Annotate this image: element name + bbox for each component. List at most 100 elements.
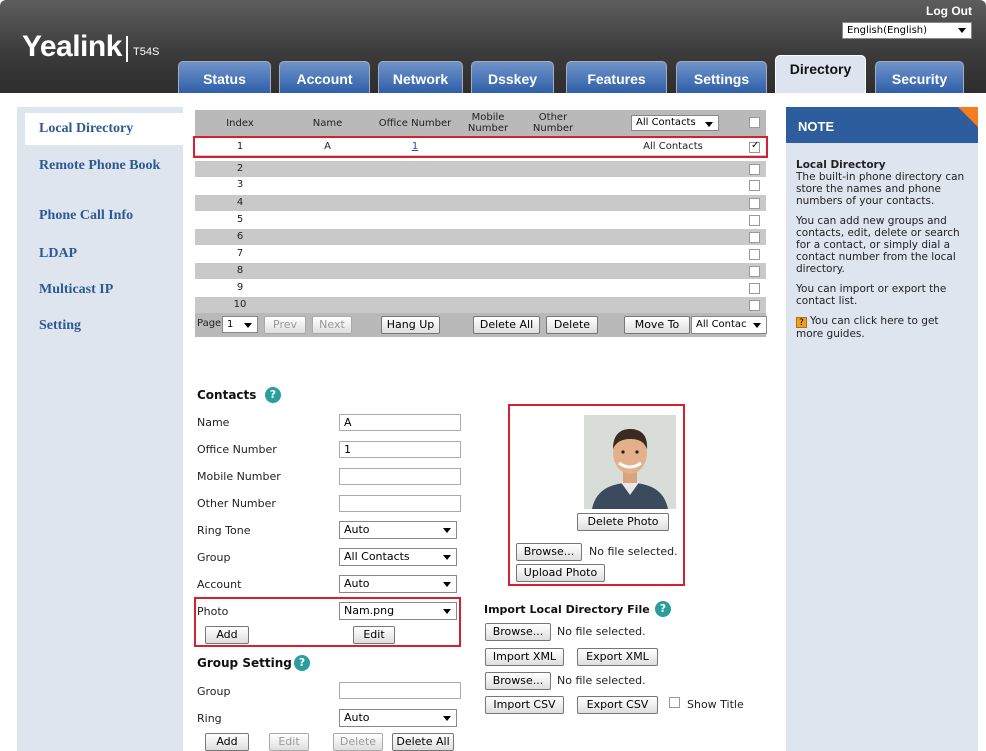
delete-all-button[interactable]: Delete All — [473, 316, 540, 334]
note-panel: Local Directory The built-in phone direc… — [786, 143, 978, 751]
guide-icon: ? — [796, 317, 807, 328]
chevron-down-icon — [443, 716, 451, 721]
sidebar-item-setting[interactable]: Setting — [25, 318, 175, 333]
sidebar-item-remote-phone-book[interactable]: Remote Phone Book — [25, 158, 175, 173]
page-label: Page — [197, 318, 222, 329]
chevron-down-icon — [443, 555, 451, 560]
group-select[interactable]: All Contacts — [339, 548, 457, 566]
tab-directory[interactable]: Directory — [775, 55, 866, 93]
account-value: Auto — [344, 577, 370, 590]
contacts-table-header: Index Name Office Number Mobile Number O… — [195, 110, 766, 136]
ring-tone-select[interactable]: Auto — [339, 521, 457, 539]
row-index: 9 — [236, 282, 244, 293]
col-office-number: Office Number — [378, 117, 452, 129]
help-icon[interactable]: ? — [294, 655, 310, 671]
name-field[interactable]: A — [339, 414, 461, 431]
table-row[interactable]: 8 — [195, 263, 766, 279]
move-target-select[interactable]: All Contac — [691, 316, 767, 334]
note-title: NOTE — [786, 107, 978, 143]
tab-network[interactable]: Network — [378, 61, 463, 93]
delete-button[interactable]: Delete — [546, 316, 598, 334]
logout-link[interactable]: Log Out — [926, 4, 972, 18]
tab-dsskey[interactable]: Dsskey — [471, 61, 554, 93]
table-row[interactable]: 9 — [195, 280, 766, 296]
tab-status[interactable]: Status — [178, 61, 271, 93]
table-row[interactable]: 6 — [195, 229, 766, 245]
xml-file-status: No file selected. — [557, 625, 646, 638]
language-select[interactable]: English(English) — [842, 22, 972, 39]
delete-all-groups-button[interactable]: Delete All — [392, 733, 454, 751]
office-number-field[interactable]: 1 — [339, 441, 461, 458]
move-to-button[interactable]: Move To — [624, 316, 690, 334]
other-number-field[interactable] — [339, 495, 461, 512]
row-checkbox[interactable] — [749, 266, 760, 277]
yealink-logo: Yealink — [22, 30, 122, 63]
group-name-field[interactable] — [339, 682, 461, 699]
table-row[interactable]: 7 — [195, 246, 766, 262]
import-csv-button[interactable]: Import CSV — [485, 696, 564, 714]
row-checkbox[interactable] — [749, 164, 760, 175]
contact-photo — [584, 415, 676, 509]
row-checkbox[interactable] — [749, 180, 760, 191]
next-button[interactable]: Next — [312, 316, 352, 334]
row-checkbox[interactable] — [749, 300, 760, 311]
row-index: 4 — [236, 197, 244, 208]
export-csv-button[interactable]: Export CSV — [577, 696, 658, 714]
chevron-down-icon — [443, 582, 451, 587]
sidebar-item-multicast-ip[interactable]: Multicast IP — [25, 282, 175, 297]
csv-file-status: No file selected. — [557, 674, 646, 687]
row-checkbox[interactable] — [749, 283, 760, 294]
mobile-number-label: Mobile Number — [197, 470, 281, 483]
row-checkbox[interactable] — [749, 232, 760, 243]
import-xml-button[interactable]: Import XML — [485, 648, 564, 666]
browse-photo-button[interactable]: Browse... — [516, 543, 582, 561]
show-title-checkbox[interactable] — [669, 697, 680, 708]
table-row[interactable]: 4 — [195, 195, 766, 211]
prev-button[interactable]: Prev — [264, 316, 306, 334]
mobile-number-field[interactable] — [339, 468, 461, 485]
select-all-checkbox[interactable] — [749, 117, 760, 128]
note-guide-link[interactable]: ? You can click here to get more guides. — [796, 315, 968, 340]
name-label: Name — [197, 416, 230, 429]
col-index: Index — [226, 117, 254, 129]
show-title-label: Show Title — [687, 698, 744, 711]
other-number-label: Other Number — [197, 497, 276, 510]
chevron-down-icon — [753, 323, 761, 328]
row-index: 6 — [236, 231, 244, 242]
help-icon[interactable]: ? — [655, 601, 671, 617]
tab-security[interactable]: Security — [875, 61, 964, 93]
tab-features[interactable]: Features — [566, 61, 667, 93]
browse-xml-button[interactable]: Browse... — [485, 623, 551, 641]
table-row[interactable]: 10 — [195, 297, 766, 313]
delete-photo-button[interactable]: Delete Photo — [577, 513, 669, 531]
sidebar-item-local-directory[interactable]: Local Directory — [25, 113, 191, 145]
edit-group-button[interactable]: Edit — [269, 733, 309, 751]
row-checkbox[interactable] — [749, 198, 760, 209]
note-guide-text: You can click here to get more guides. — [796, 315, 939, 340]
help-icon[interactable]: ? — [265, 387, 281, 403]
table-row[interactable]: 3 — [195, 177, 766, 193]
chevron-down-icon — [958, 28, 966, 33]
group-name-label: Group — [197, 685, 231, 698]
note-heading: Local Directory — [796, 159, 886, 171]
browse-csv-button[interactable]: Browse... — [485, 672, 551, 690]
tab-account[interactable]: Account — [279, 61, 370, 93]
sidebar-item-ldap[interactable]: LDAP — [25, 246, 175, 261]
group-filter-select[interactable]: All Contacts — [631, 115, 719, 131]
add-group-button[interactable]: Add — [205, 733, 249, 751]
hang-up-button[interactable]: Hang Up — [381, 316, 440, 334]
table-row[interactable]: 2 — [195, 161, 766, 177]
group-ring-select[interactable]: Auto — [339, 709, 457, 727]
delete-group-button[interactable]: Delete — [333, 733, 383, 751]
row-index: 2 — [236, 163, 244, 174]
upload-photo-button[interactable]: Upload Photo — [516, 564, 605, 582]
export-xml-button[interactable]: Export XML — [577, 648, 658, 666]
sidebar-item-phone-call-info[interactable]: Phone Call Info — [25, 208, 175, 223]
row-checkbox[interactable] — [749, 249, 760, 260]
account-select[interactable]: Auto — [339, 575, 457, 593]
row-index: 8 — [236, 265, 244, 276]
table-row[interactable]: 5 — [195, 212, 766, 228]
tab-settings[interactable]: Settings — [676, 61, 767, 93]
page-select[interactable]: 1 — [222, 316, 258, 333]
row-checkbox[interactable] — [749, 215, 760, 226]
